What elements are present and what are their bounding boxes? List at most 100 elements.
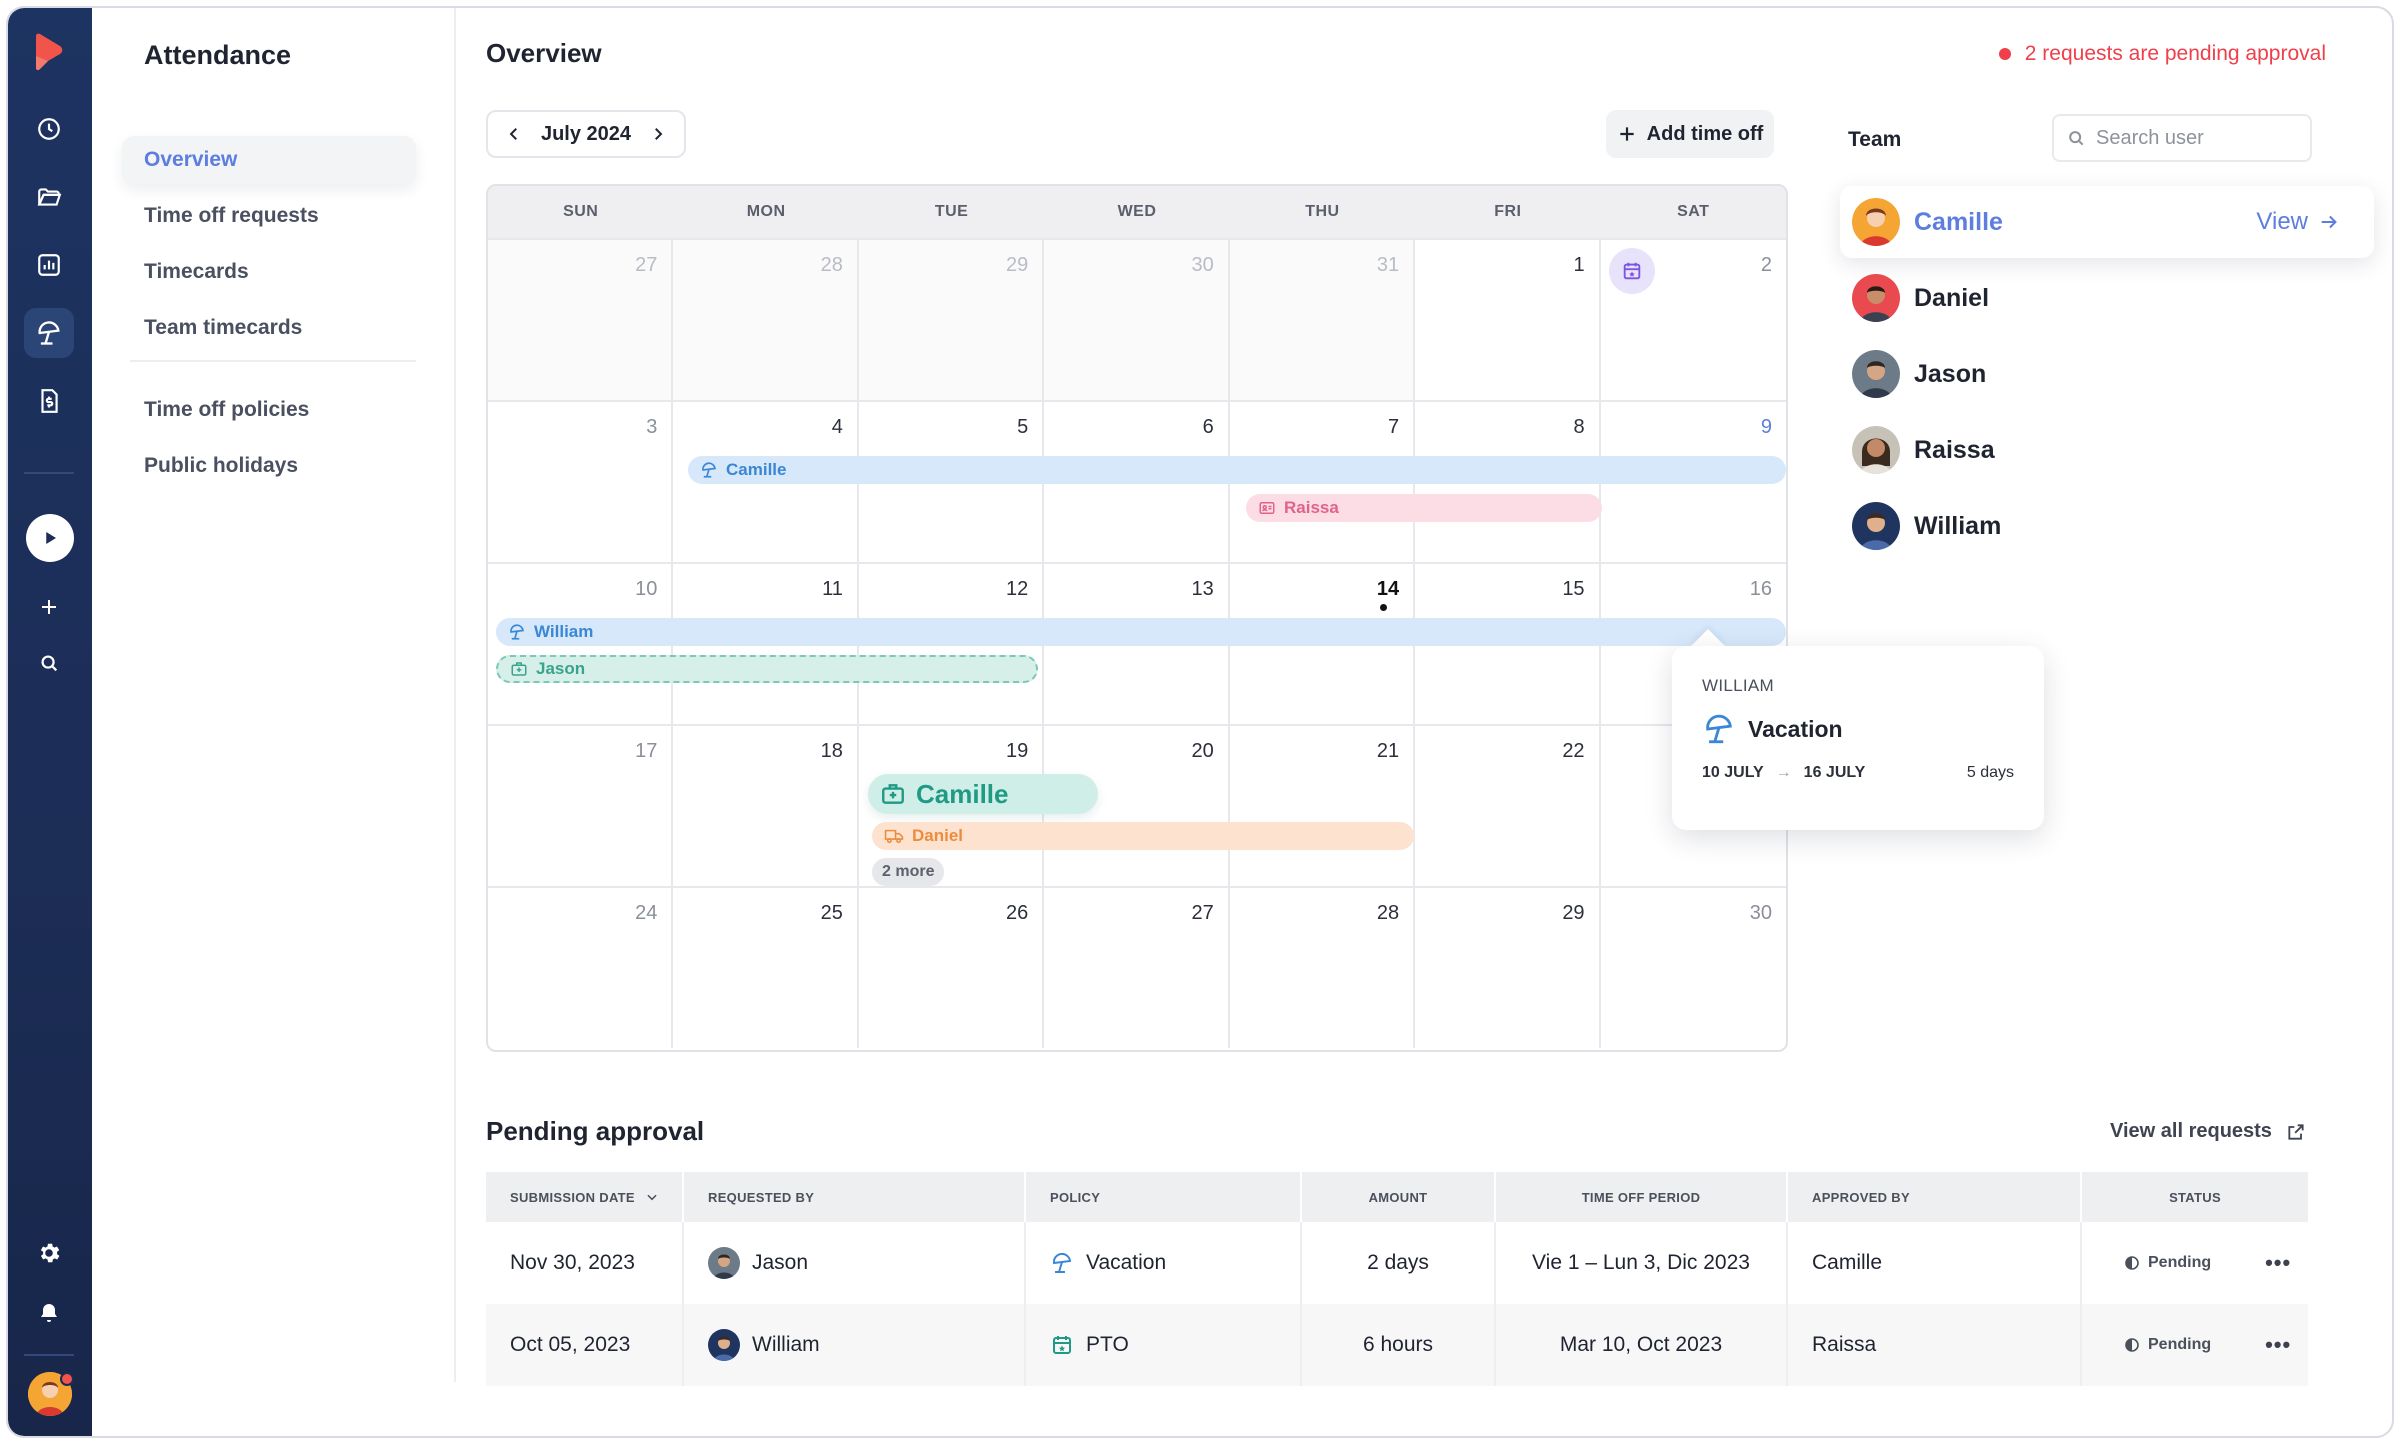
calendar-day[interactable]: 29: [1415, 886, 1601, 1048]
calendar-day[interactable]: 25: [673, 886, 859, 1048]
search-user-input[interactable]: Search user: [2052, 114, 2312, 162]
more-actions-icon[interactable]: •••: [2265, 1250, 2291, 1276]
day-number: 27: [1191, 902, 1214, 924]
umbrella-icon: [1052, 1252, 1072, 1273]
id-card-icon: [1259, 502, 1275, 514]
view-all-requests-link[interactable]: View all requests: [2110, 1120, 2306, 1143]
weekday-label: MON: [746, 203, 786, 220]
column-header-amount: AMOUNT: [1300, 1172, 1494, 1222]
day-number: 20: [1191, 740, 1214, 762]
day-number: 15: [1562, 578, 1585, 600]
event-jason[interactable]: Jason: [496, 655, 1038, 683]
day-number: 8: [1573, 416, 1585, 438]
play-icon[interactable]: [26, 514, 74, 562]
sidebar-item-timecards[interactable]: Timecards: [122, 248, 416, 296]
calendar-day[interactable]: 28: [1229, 886, 1416, 1048]
column-header-time-off-period: TIME OFF PERIOD: [1494, 1172, 1786, 1222]
cell-approved-by: Camille: [1786, 1222, 2080, 1304]
view-member-button[interactable]: View: [2256, 208, 2340, 236]
chevron-left-icon[interactable]: [500, 120, 528, 148]
calendar-day[interactable]: 27: [1044, 886, 1230, 1048]
avatar: [1852, 426, 1900, 474]
calendar-weekday-header: SUN MON TUE WED THU FRI SAT: [488, 186, 1786, 238]
search-icon[interactable]: [24, 638, 74, 688]
sidebar-item-time-off-policies[interactable]: Time off policies: [122, 386, 416, 434]
tooltip-person: WILLIAM: [1702, 676, 1775, 695]
team-member-william[interactable]: William: [1840, 490, 2374, 562]
event-daniel[interactable]: Daniel: [872, 822, 1414, 850]
page-title: Overview: [486, 38, 602, 68]
member-name: Jason: [1914, 359, 1987, 388]
add-time-off-button[interactable]: Add time off: [1606, 110, 1774, 158]
plus-icon[interactable]: [24, 582, 74, 632]
bell-icon[interactable]: [24, 1288, 74, 1338]
calendar-day[interactable]: 17: [488, 724, 674, 886]
table-row[interactable]: Nov 30, 2023 Jason Vacation 2 days Vie 1…: [486, 1222, 2308, 1304]
sidebar-item-time-off-requests[interactable]: Time off requests: [122, 192, 416, 240]
icon-rail: [8, 8, 92, 1436]
event-camille-dragging[interactable]: Camille: [868, 774, 1098, 814]
pending-notice-text: 2 requests are pending approval: [2024, 42, 2326, 65]
column-header-status: STATUS: [2080, 1172, 2308, 1222]
calendar-day[interactable]: 24: [488, 886, 674, 1048]
column-header-submission-date[interactable]: SUBMISSION DATE: [486, 1172, 682, 1222]
column-header-approved-by: APPROVED BY: [1786, 1172, 2080, 1222]
calendar-day[interactable]: 26: [858, 886, 1045, 1048]
pending-notice[interactable]: 2 requests are pending approval: [1998, 42, 2326, 66]
document-dollar-icon[interactable]: [24, 376, 74, 426]
cell-time-off-period: Vie 1 – Lun 3, Dic 2023: [1494, 1222, 1786, 1304]
calendar-day[interactable]: 18: [673, 724, 859, 886]
more-actions-icon[interactable]: •••: [2265, 1332, 2291, 1358]
half-circle-icon: [2125, 1256, 2139, 1270]
calendar-day[interactable]: 29: [858, 238, 1045, 400]
sidebar-divider: [130, 360, 416, 362]
calendar-day[interactable]: 2: [1600, 238, 1786, 400]
event-raissa[interactable]: Raissa: [1246, 494, 1602, 522]
policy-name: Vacation: [1086, 1251, 1167, 1274]
day-number: 30: [1749, 902, 1772, 924]
calendar-day[interactable]: 30: [1044, 238, 1230, 400]
day-number: 13: [1191, 578, 1214, 600]
event-william[interactable]: William: [496, 618, 1786, 646]
team-member-daniel[interactable]: Daniel: [1840, 262, 2374, 334]
calendar-day[interactable]: 28: [673, 238, 859, 400]
day-number: 22: [1562, 740, 1585, 762]
calendar-day[interactable]: 3: [488, 400, 674, 562]
calendar-day[interactable]: 1: [1415, 238, 1601, 400]
sidebar-item-team-timecards[interactable]: Team timecards: [122, 304, 416, 352]
day-number: 28: [820, 254, 843, 276]
event-label: Raissa: [1284, 498, 1339, 517]
team-member-camille[interactable]: Camille View: [1840, 186, 2374, 258]
more-events-pill[interactable]: 2 more: [872, 858, 945, 886]
chevron-right-icon[interactable]: [644, 120, 672, 148]
sidebar-item-overview[interactable]: Overview: [122, 136, 416, 184]
table-row[interactable]: Oct 05, 2023 William PTO 6 hours Mar 10,…: [486, 1304, 2308, 1386]
calendar-day[interactable]: 22: [1415, 724, 1601, 886]
status-label: Pending: [2148, 1254, 2212, 1271]
calendar-day[interactable]: 21: [1229, 724, 1416, 886]
weekday-label: WED: [1117, 203, 1157, 220]
secondary-sidebar: Attendance Overview Time off requests Ti…: [92, 8, 456, 1382]
day-number: 19: [1006, 740, 1029, 762]
team-member-jason[interactable]: Jason: [1840, 338, 2374, 410]
clock-icon[interactable]: [24, 104, 74, 154]
calendar-star-icon[interactable]: [1608, 248, 1655, 294]
event-camille[interactable]: Camille: [688, 456, 1786, 484]
day-number: 31: [1376, 254, 1400, 276]
gear-icon[interactable]: [24, 1228, 74, 1278]
day-number: 2: [1760, 254, 1772, 276]
calendar-day[interactable]: 31: [1229, 238, 1416, 400]
logo-icon[interactable]: [30, 32, 66, 77]
calendar-day[interactable]: 30: [1600, 886, 1786, 1048]
day-number: 4: [831, 416, 843, 438]
umbrella-icon[interactable]: [24, 308, 74, 358]
calendar-day[interactable]: 27: [488, 238, 674, 400]
column-header-policy: POLICY: [1024, 1172, 1300, 1222]
day-number: 7: [1388, 416, 1400, 438]
team-member-raissa[interactable]: Raissa: [1840, 414, 2374, 486]
folder-icon[interactable]: [24, 172, 74, 222]
sidebar-item-public-holidays[interactable]: Public holidays: [122, 442, 416, 490]
avatar: [1852, 198, 1900, 246]
chart-icon[interactable]: [24, 240, 74, 290]
day-number: 6: [1202, 416, 1214, 438]
